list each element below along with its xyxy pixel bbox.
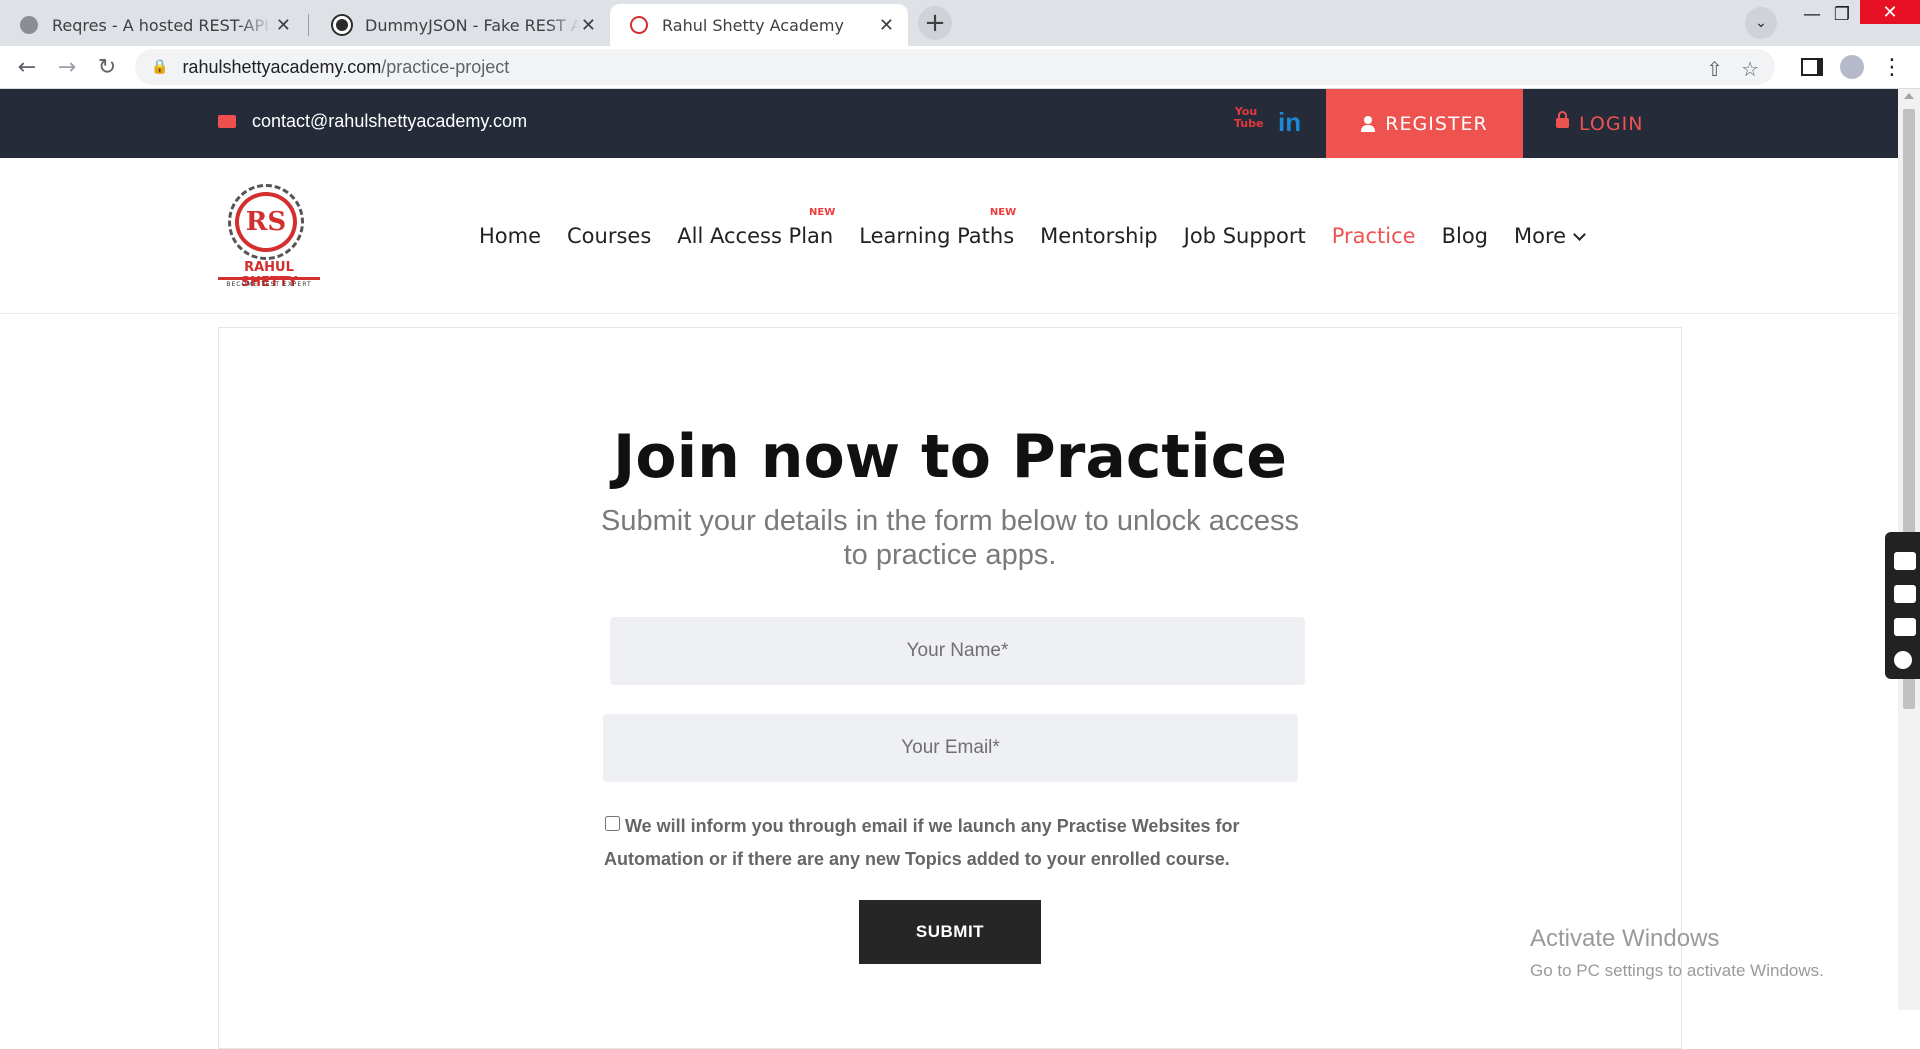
new-badge: NEW xyxy=(989,206,1017,218)
activate-windows-watermark: Activate Windows Go to PC settings to ac… xyxy=(1530,925,1824,981)
star-bookmark-icon[interactable]: ☆ xyxy=(1741,57,1759,81)
forward-arrow-icon[interactable]: → xyxy=(52,52,82,82)
nav-label: Learning Paths xyxy=(859,223,1015,248)
nav-courses[interactable]: Courses xyxy=(567,224,651,248)
back-arrow-icon[interactable]: ← xyxy=(12,52,42,82)
register-label: REGISTER xyxy=(1385,112,1488,135)
nav-label: More xyxy=(1514,223,1567,248)
youtube-icon[interactable]: You Tube xyxy=(1234,106,1263,138)
restore-button[interactable]: ❐ xyxy=(1820,0,1864,28)
nav-job-support[interactable]: Job Support xyxy=(1184,224,1306,248)
tab-dummyjson[interactable]: DummyJSON - Fake REST API of JSON data ✕ xyxy=(310,4,610,46)
nav-blog[interactable]: Blog xyxy=(1442,224,1488,248)
share-icon[interactable]: ⇧ xyxy=(1706,57,1723,81)
envelope-icon xyxy=(218,115,236,128)
camera-icon[interactable] xyxy=(1894,552,1916,570)
reload-icon[interactable]: ↻ xyxy=(92,52,122,82)
browser-tab-strip: Reqres - A hosted REST-API ready to resp… xyxy=(0,0,1920,46)
browser-menu-icon[interactable]: ⋮ xyxy=(1877,52,1907,82)
chevron-down-icon: ⌄ xyxy=(1755,15,1767,31)
padlock-icon xyxy=(1556,110,1569,131)
close-tab-icon[interactable]: ✕ xyxy=(879,15,894,36)
email-input[interactable] xyxy=(603,714,1298,782)
tab-search-button[interactable]: ⌄ xyxy=(1745,7,1777,39)
gear-icon[interactable] xyxy=(1894,651,1912,669)
close-tab-icon[interactable]: ✕ xyxy=(581,15,596,36)
nav-all-access-plan[interactable]: All Access Plan NEW xyxy=(677,207,835,248)
site-logo[interactable]: RS RAHUL SHETTY BECOME TEST EXPERT xyxy=(218,184,320,290)
tab-title: Rahul Shetty Academy xyxy=(662,15,844,35)
page-title: Join now to Practice xyxy=(613,422,1287,492)
nav-home[interactable]: Home xyxy=(479,224,541,248)
join-form-card: Join now to Practice Submit your details… xyxy=(218,327,1682,1049)
chevron-down-icon xyxy=(1573,227,1586,241)
name-input[interactable] xyxy=(610,617,1305,685)
nav-learning-paths[interactable]: Learning Paths NEW xyxy=(859,207,1016,248)
main-nav: Home Courses All Access Plan NEW Learnin… xyxy=(479,158,1610,313)
register-button[interactable]: REGISTER xyxy=(1326,89,1523,158)
video-icon[interactable] xyxy=(1894,585,1916,603)
watermark-subtitle: Go to PC settings to activate Windows. xyxy=(1530,961,1824,980)
new-badge: NEW xyxy=(809,206,836,218)
address-bar[interactable]: 🔒 rahulshettyacademy.com/practice-projec… xyxy=(135,49,1775,85)
tab-reqres[interactable]: Reqres - A hosted REST-API ready to resp… xyxy=(0,4,305,46)
rsa-favicon-icon xyxy=(630,16,648,34)
screen-capture-widget xyxy=(1885,532,1920,679)
logo-tagline: BECOME TEST EXPERT xyxy=(226,281,312,288)
tab-rahul-shetty-academy[interactable]: Rahul Shetty Academy ✕ xyxy=(610,4,908,46)
watermark-title: Activate Windows xyxy=(1530,925,1720,952)
tab-title: Reqres - A hosted REST-API ready to resp… xyxy=(52,15,272,35)
browser-toolbar: ← → ↻ 🔒 rahulshettyacademy.com/practice-… xyxy=(0,46,1920,89)
logo-underline xyxy=(218,277,320,280)
url-text[interactable]: rahulshettyacademy.com/practice-project xyxy=(182,57,509,78)
url-path: /practice-project xyxy=(381,56,510,77)
side-panel-icon[interactable] xyxy=(1797,52,1827,82)
tab-divider xyxy=(308,14,309,36)
close-window-button[interactable]: ✕ xyxy=(1860,0,1920,24)
logo-monogram: RS xyxy=(235,192,297,252)
submit-button[interactable]: SUBMIT xyxy=(859,900,1041,964)
consent-block: We will inform you through email if we l… xyxy=(604,810,1304,876)
user-icon xyxy=(1361,115,1376,132)
login-button[interactable]: LOGIN xyxy=(1556,89,1643,158)
contact-email[interactable]: contact@rahulshettyacademy.com xyxy=(218,111,527,132)
nav-practice[interactable]: Practice xyxy=(1332,224,1416,248)
profile-avatar[interactable] xyxy=(1837,52,1867,82)
nav-more[interactable]: More xyxy=(1514,223,1586,248)
globe-icon xyxy=(20,16,38,34)
close-tab-icon[interactable]: ✕ xyxy=(276,15,291,36)
consent-text: We will inform you through email if we l… xyxy=(604,816,1240,869)
scroll-up-arrow-icon[interactable] xyxy=(1904,93,1914,99)
site-header: RS RAHUL SHETTY BECOME TEST EXPERT Home … xyxy=(0,158,1898,314)
linkedin-icon[interactable]: in xyxy=(1278,107,1301,138)
dummyjson-favicon-icon xyxy=(333,16,351,34)
consent-checkbox[interactable] xyxy=(605,816,620,831)
site-top-bar: contact@rahulshettyacademy.com You Tube … xyxy=(0,89,1898,158)
nav-label: All Access Plan xyxy=(677,223,834,248)
new-tab-button[interactable]: + xyxy=(918,6,952,40)
contact-email-text: contact@rahulshettyacademy.com xyxy=(252,111,528,131)
nav-mentorship[interactable]: Mentorship xyxy=(1040,224,1157,248)
lock-icon: 🔒 xyxy=(151,59,169,75)
tab-title: DummyJSON - Fake REST API of JSON data xyxy=(365,15,580,35)
url-domain: rahulshettyacademy.com xyxy=(182,56,382,77)
login-label: LOGIN xyxy=(1579,112,1644,135)
page-subtitle: Submit your details in the form below to… xyxy=(601,505,1299,571)
gallery-icon[interactable] xyxy=(1894,618,1916,636)
